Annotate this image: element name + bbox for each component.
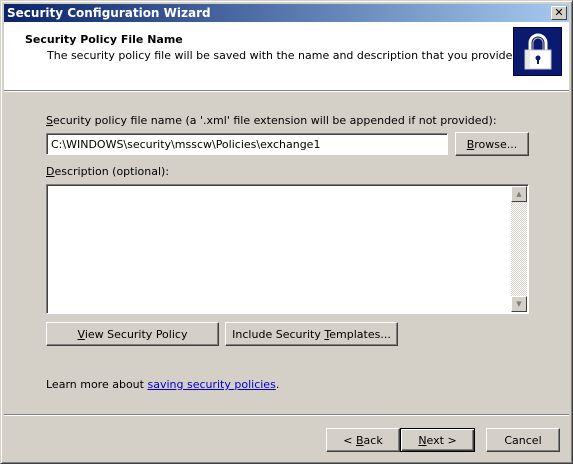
view-label-accel: V [77, 327, 85, 341]
page-title: Security Policy File Name [25, 33, 183, 46]
scroll-up-icon: ▲ [516, 190, 522, 198]
wizard-window: Security Configuration Wizard ✕ Security… [0, 0, 573, 464]
include-label-prefix: Include Security [232, 327, 325, 341]
close-icon: ✕ [554, 6, 564, 19]
next-label-rest: ext > [426, 433, 457, 447]
description-scrollbar[interactable]: ▲ ▼ [511, 186, 527, 312]
padlock-icon-graphic [524, 33, 552, 70]
title-bar[interactable]: Security Configuration Wizard ✕ [4, 4, 569, 22]
cancel-button[interactable]: Cancel [486, 428, 560, 452]
file-name-label-rest: ecurity policy file name (a '.xml' file … [52, 114, 497, 127]
browse-label-rest: rowse... [474, 137, 518, 151]
file-name-label-accel: S [46, 114, 53, 127]
description-label: Description (optional): [46, 165, 169, 178]
browse-button[interactable]: Browse... [455, 132, 529, 156]
learn-more-suffix: . [275, 378, 280, 391]
scroll-up-button[interactable]: ▲ [511, 186, 527, 202]
view-label-rest: iew Security Policy [84, 327, 188, 341]
next-label-accel: N [418, 433, 427, 447]
description-textarea[interactable]: ▲ ▼ [46, 184, 529, 314]
include-security-templates-button[interactable]: Include Security Templates... [225, 322, 398, 346]
include-label-rest: emplates... [329, 327, 391, 341]
file-name-label: Security policy file name (a '.xml' file… [46, 114, 497, 127]
learn-more-prefix: Learn more about [46, 378, 148, 391]
description-label-rest: escription (optional): [54, 165, 170, 178]
back-button[interactable]: < Back [326, 428, 400, 452]
saving-security-policies-link[interactable]: saving security policies [147, 378, 275, 391]
back-label-accel: B [356, 433, 364, 447]
wizard-header: Security Policy File Name The security p… [4, 22, 569, 91]
scroll-down-button[interactable]: ▼ [511, 296, 527, 312]
window-title: Security Configuration Wizard [7, 6, 211, 20]
page-subtitle: The security policy file will be saved w… [47, 49, 516, 62]
next-button[interactable]: Next > [400, 428, 475, 452]
back-label-rest: ack [363, 433, 383, 447]
header-divider [4, 91, 569, 92]
view-security-policy-button[interactable]: View Security Policy [46, 322, 219, 346]
padlock-icon [513, 27, 562, 76]
back-label-prefix: < [343, 433, 356, 447]
footer-separator [4, 414, 569, 416]
scroll-down-icon: ▼ [516, 300, 522, 308]
close-button[interactable]: ✕ [551, 6, 567, 20]
file-name-input[interactable] [46, 133, 448, 155]
learn-more-text: Learn more about saving security policie… [46, 378, 279, 391]
